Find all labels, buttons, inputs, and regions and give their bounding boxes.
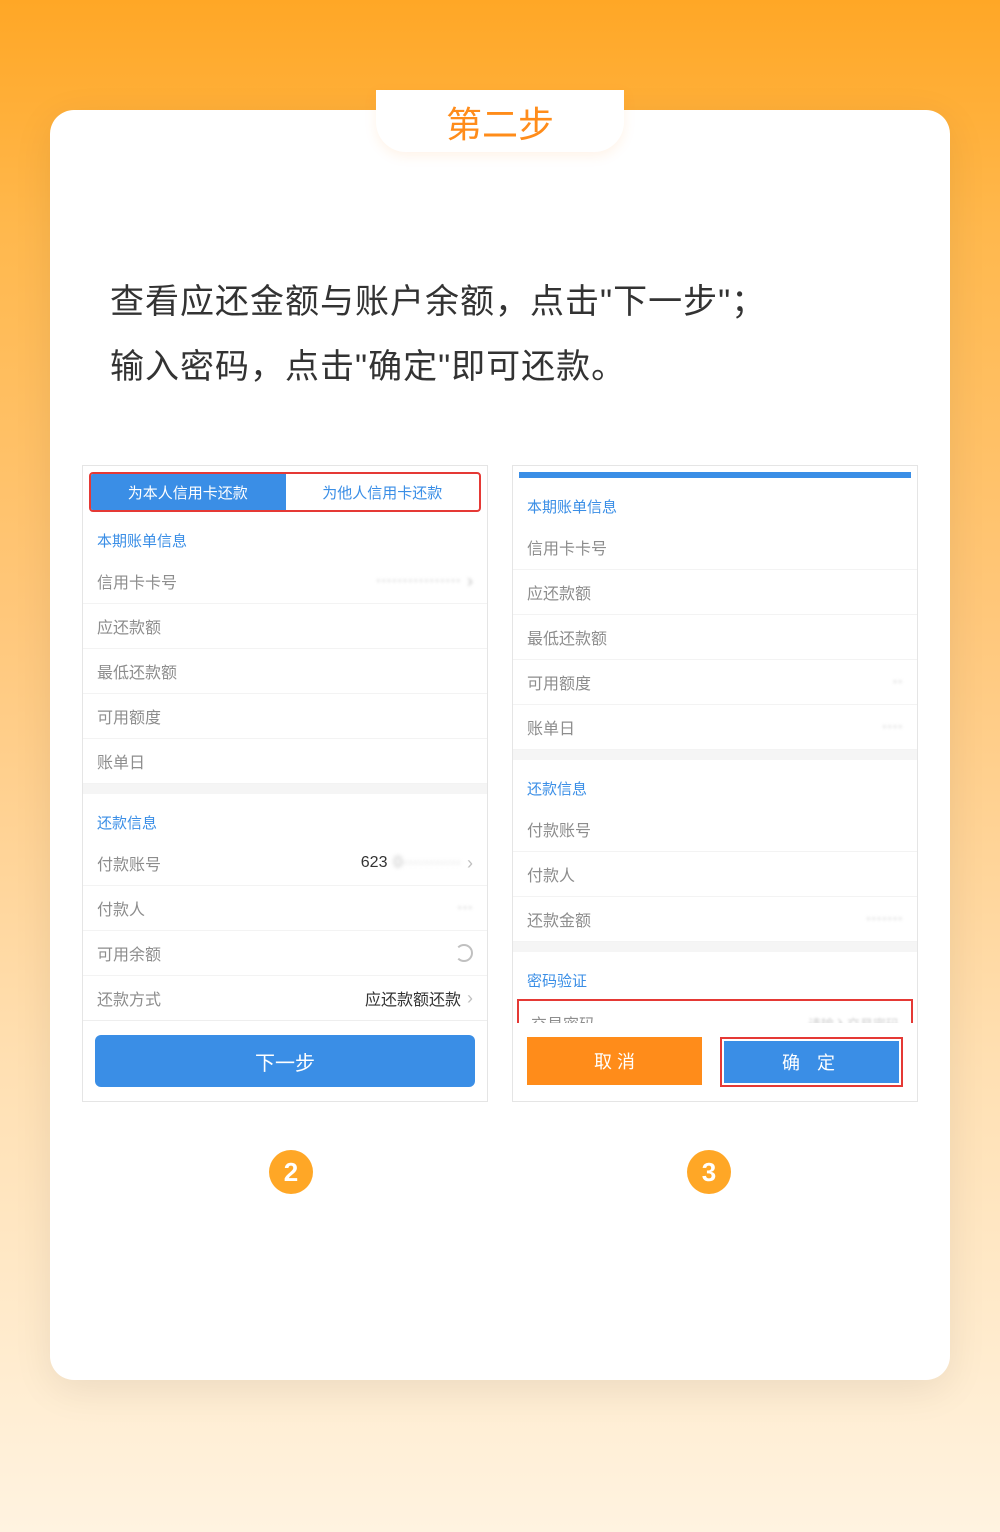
value-repay-method: 应还款额还款 › <box>365 986 473 1010</box>
screenshot-2: 为本人信用卡还款 为他人信用卡还款 本期账单信息 信用卡卡号 ·········… <box>82 465 488 1102</box>
label-min-due: 最低还款额 <box>527 625 607 649</box>
row-available-balance[interactable]: 可用余额 <box>83 931 487 976</box>
value-card-number: ················ › <box>376 571 473 592</box>
row-bill-date: 账单日···· <box>513 705 917 750</box>
row-due-amount: 应还款额 <box>513 570 917 615</box>
row-card-number: 信用卡卡号 <box>513 525 917 570</box>
label-due-amount: 应还款额 <box>97 614 161 638</box>
label-repay-amount: 还款金额 <box>527 907 591 931</box>
row-due-amount: 应还款额 <box>83 604 487 649</box>
label-min-due: 最低还款额 <box>97 659 177 683</box>
confirm-button[interactable]: 确 定 <box>724 1041 899 1083</box>
row-min-due: 最低还款额 <box>83 649 487 694</box>
section-password-verify: 密码验证 <box>513 952 917 999</box>
label-pay-account: 付款账号 <box>97 851 161 875</box>
label-pay-account: 付款账号 <box>527 817 591 841</box>
label-repay-method: 还款方式 <box>97 986 161 1010</box>
label-available-balance: 可用余额 <box>97 941 161 965</box>
cancel-button[interactable]: 取 消 <box>527 1037 702 1085</box>
repay-tabs: 为本人信用卡还款 为他人信用卡还款 <box>89 472 481 512</box>
row-credit-limit: 可用额度 <box>83 694 487 739</box>
tab-other-repay[interactable]: 为他人信用卡还款 <box>285 474 480 510</box>
row-repay-method[interactable]: 还款方式 应还款额还款 › <box>83 976 487 1021</box>
chevron-right-icon: › <box>467 853 473 874</box>
section-repay-info: 还款信息 <box>83 794 487 841</box>
label-bill-date: 账单日 <box>97 749 145 773</box>
confirm-button-highlight: 确 定 <box>720 1037 903 1087</box>
row-card-number[interactable]: 信用卡卡号 ················ › <box>83 559 487 604</box>
row-repay-amount: 还款金额······· <box>513 897 917 942</box>
chevron-right-icon: › <box>467 988 473 1009</box>
footer: 取 消 确 定 <box>513 1023 917 1101</box>
divider <box>83 784 487 794</box>
chevron-right-icon: › <box>467 571 473 592</box>
label-payer: 付款人 <box>527 862 575 886</box>
label-card-number: 信用卡卡号 <box>97 569 177 593</box>
tab-self-repay[interactable]: 为本人信用卡还款 <box>91 474 285 510</box>
refresh-icon[interactable] <box>455 944 473 962</box>
label-credit-limit: 可用额度 <box>97 704 161 728</box>
footer: 下一步 <box>83 1020 487 1101</box>
label-bill-date: 账单日 <box>527 715 575 739</box>
screenshot-3: 本期账单信息 信用卡卡号 应还款额 最低还款额 可用额度·· 账单日···· 还… <box>512 465 918 1102</box>
value-pay-account: 6230··········· › <box>361 853 473 874</box>
row-payer: 付款人 <box>513 852 917 897</box>
section-bill-info: 本期账单信息 <box>513 478 917 525</box>
row-bill-date: 账单日 <box>83 739 487 784</box>
section-repay-info: 还款信息 <box>513 760 917 807</box>
screenshot-row: 为本人信用卡还款 为他人信用卡还款 本期账单信息 信用卡卡号 ·········… <box>82 465 918 1102</box>
divider <box>513 942 917 952</box>
step-badge-3: 3 <box>687 1150 731 1194</box>
row-pay-account[interactable]: 付款账号 6230··········· › <box>83 841 487 886</box>
instruction-card: 第二步 查看应还金额与账户余额，点击"下一步"； 输入密码，点击"确定"即可还款… <box>50 110 950 1380</box>
next-button[interactable]: 下一步 <box>95 1035 475 1087</box>
row-credit-limit: 可用额度·· <box>513 660 917 705</box>
row-payer: 付款人··· <box>83 886 487 931</box>
row-min-due: 最低还款额 <box>513 615 917 660</box>
label-credit-limit: 可用额度 <box>527 670 591 694</box>
label-due-amount: 应还款额 <box>527 580 591 604</box>
section-bill-info: 本期账单信息 <box>83 512 487 559</box>
step-title: 第二步 <box>376 90 624 152</box>
label-payer: 付款人 <box>97 896 145 920</box>
step-badge-row: 2 3 <box>82 1150 918 1194</box>
row-pay-account: 付款账号 <box>513 807 917 852</box>
divider <box>513 750 917 760</box>
step-badge-2: 2 <box>269 1150 313 1194</box>
step-description: 查看应还金额与账户余额，点击"下一步"； 输入密码，点击"确定"即可还款。 <box>110 270 890 399</box>
label-card-number: 信用卡卡号 <box>527 535 607 559</box>
